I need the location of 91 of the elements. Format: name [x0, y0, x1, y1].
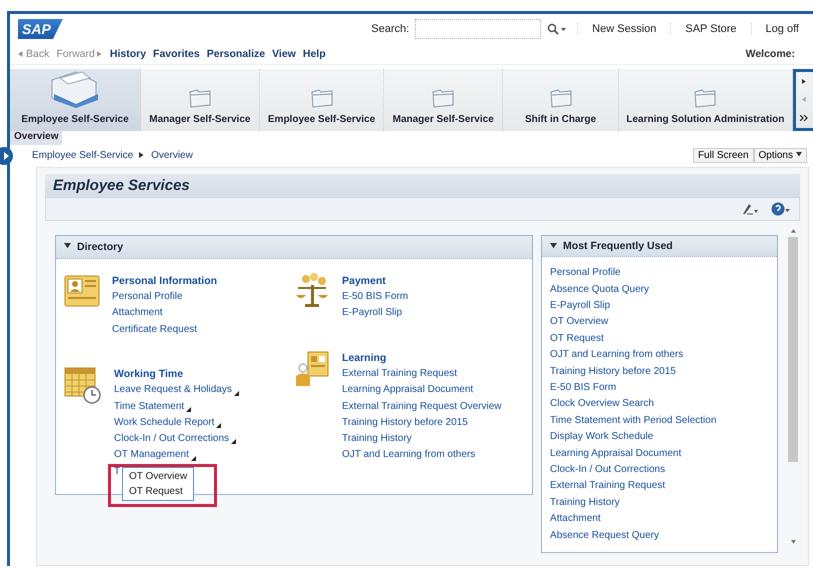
group-title[interactable]: Working Time — [114, 366, 239, 382]
directory-link[interactable]: OT Management — [114, 447, 239, 464]
back-arrow-icon — [18, 51, 24, 57]
calendar-clock-icon — [64, 366, 102, 404]
page-action-button[interactable]: Options — [754, 148, 807, 162]
menu-item[interactable]: View — [272, 48, 296, 60]
frequent-link[interactable]: Training History before 2015 — [550, 364, 770, 380]
folder-icon — [431, 88, 456, 108]
logo: SAP — [18, 19, 63, 39]
group-title[interactable]: Payment — [342, 272, 408, 290]
submenu-item[interactable]: OT Overview — [129, 468, 188, 484]
help-icon[interactable] — [771, 202, 791, 216]
directory-link[interactable]: Leave Request & Holidays — [114, 382, 239, 399]
top-nav-tab[interactable]: Manager Self-Service — [384, 69, 504, 131]
frequent-link[interactable]: OJT and Learning from others — [550, 347, 770, 364]
frequent-link[interactable]: Clock Overview Search — [550, 396, 770, 413]
frequent-link[interactable]: OT Overview — [550, 314, 770, 331]
welcome-text: Welcome: — [746, 48, 795, 60]
folder-icon — [693, 88, 718, 108]
directory-link[interactable]: Clock-In / Out Corrections — [114, 431, 239, 448]
top-nav-tab[interactable]: Manager Self-Service — [141, 69, 260, 131]
search-label: Search: — [371, 23, 410, 35]
top-nav-tab[interactable]: Employee Self-Service — [260, 69, 384, 131]
scrollbar[interactable] — [786, 229, 800, 545]
panel-title: Directory — [77, 240, 124, 253]
folder-icon — [548, 88, 573, 108]
panel-title: Most Frequently Used — [563, 240, 673, 252]
search-icon[interactable] — [547, 23, 568, 35]
breadcrumb-arrow-icon — [139, 152, 146, 158]
forward-arrow-icon — [96, 51, 103, 57]
learner-board-icon — [294, 350, 330, 386]
directory-link[interactable]: Personal Profile — [112, 289, 218, 306]
menu-item[interactable]: Personalize — [206, 48, 266, 60]
directory-link[interactable]: Certificate Request — [112, 322, 218, 338]
frequent-link[interactable]: Personal Profile — [550, 265, 770, 282]
frequent-link[interactable]: Time Statement with Period Selection — [550, 412, 770, 430]
frequent-link[interactable]: Training History — [550, 494, 770, 512]
breadcrumb-link[interactable]: Employee Self-Service — [32, 150, 134, 160]
submenu-item[interactable]: OT Request — [129, 484, 188, 499]
frequent-link[interactable]: Learning Appraisal Document — [550, 446, 770, 462]
tab-scroller[interactable] — [792, 69, 813, 131]
folder-icon — [188, 88, 212, 108]
directory-link[interactable]: External Training Request — [342, 366, 502, 382]
header-link[interactable]: SAP Store — [670, 23, 751, 35]
previous-icon — [802, 96, 807, 102]
directory-link[interactable]: Work Schedule Report — [114, 414, 239, 432]
scales-coins-icon — [294, 272, 330, 309]
directory-link[interactable]: Time Statement — [114, 398, 239, 415]
top-nav-tab[interactable]: Learning Solution Administration — [619, 69, 793, 131]
profile-card-icon — [64, 272, 100, 309]
menu-item[interactable]: Help — [302, 48, 326, 60]
folder-icon — [310, 88, 334, 108]
frequent-link[interactable]: Absence Quota Query — [550, 282, 770, 298]
sub-tab[interactable]: Overview — [10, 131, 62, 145]
top-nav-tab[interactable]: Shift in Charge — [503, 69, 620, 131]
directory-link[interactable]: OJT and Learning from others — [342, 447, 502, 464]
frequent-link[interactable]: E-Payroll Slip — [550, 298, 770, 314]
top-nav-tab[interactable]: Employee Self-Service — [10, 69, 141, 131]
frequent-link[interactable]: E-50 BIS Form — [550, 380, 770, 396]
more-icon[interactable] — [800, 115, 808, 122]
scroll-up-icon — [790, 229, 796, 234]
breadcrumb-link[interactable]: Overview — [151, 150, 193, 160]
forward-button[interactable]: Forward — [56, 48, 103, 60]
frequent-link[interactable]: External Training Request — [550, 478, 770, 495]
frequent-link[interactable]: Absence Request Query — [550, 528, 770, 544]
directory-link[interactable]: Training History before 2015 — [342, 414, 502, 432]
directory-link[interactable]: Learning Appraisal Document — [342, 382, 502, 399]
header-link[interactable]: Log off — [750, 23, 813, 35]
directory-link[interactable]: Training History — [342, 431, 502, 448]
directory-link[interactable]: E-50 BIS Form — [342, 289, 408, 306]
personalize-icon[interactable] — [741, 203, 759, 215]
frequent-link[interactable]: Clock-In / Out Corrections — [550, 462, 770, 478]
frequent-link[interactable]: Attachment — [550, 511, 770, 528]
scroll-down-icon — [790, 540, 796, 545]
frequent-link[interactable]: OT Request — [550, 330, 770, 348]
expand-panel-icon[interactable] — [0, 147, 14, 165]
menu-item[interactable]: Favorites — [153, 48, 200, 60]
directory-link[interactable]: Attachment — [112, 305, 218, 322]
directory-link[interactable]: E-Payroll Slip — [342, 305, 408, 322]
header-link[interactable]: New Session — [577, 23, 670, 35]
search-field[interactable] — [415, 19, 542, 39]
menu-item[interactable]: History — [110, 48, 146, 60]
group-title[interactable]: Personal Information — [112, 272, 218, 290]
group-title[interactable]: Learning — [342, 350, 502, 366]
next-icon — [802, 78, 807, 84]
page-title: Employee Services — [45, 174, 800, 197]
back-button[interactable]: Back — [18, 48, 50, 60]
directory-link[interactable]: External Training Request Overview — [342, 398, 502, 415]
page-action-button[interactable]: Full Screen — [692, 148, 754, 162]
caret-icon — [796, 152, 802, 158]
frequent-link[interactable]: Display Work Schedule — [550, 429, 770, 446]
